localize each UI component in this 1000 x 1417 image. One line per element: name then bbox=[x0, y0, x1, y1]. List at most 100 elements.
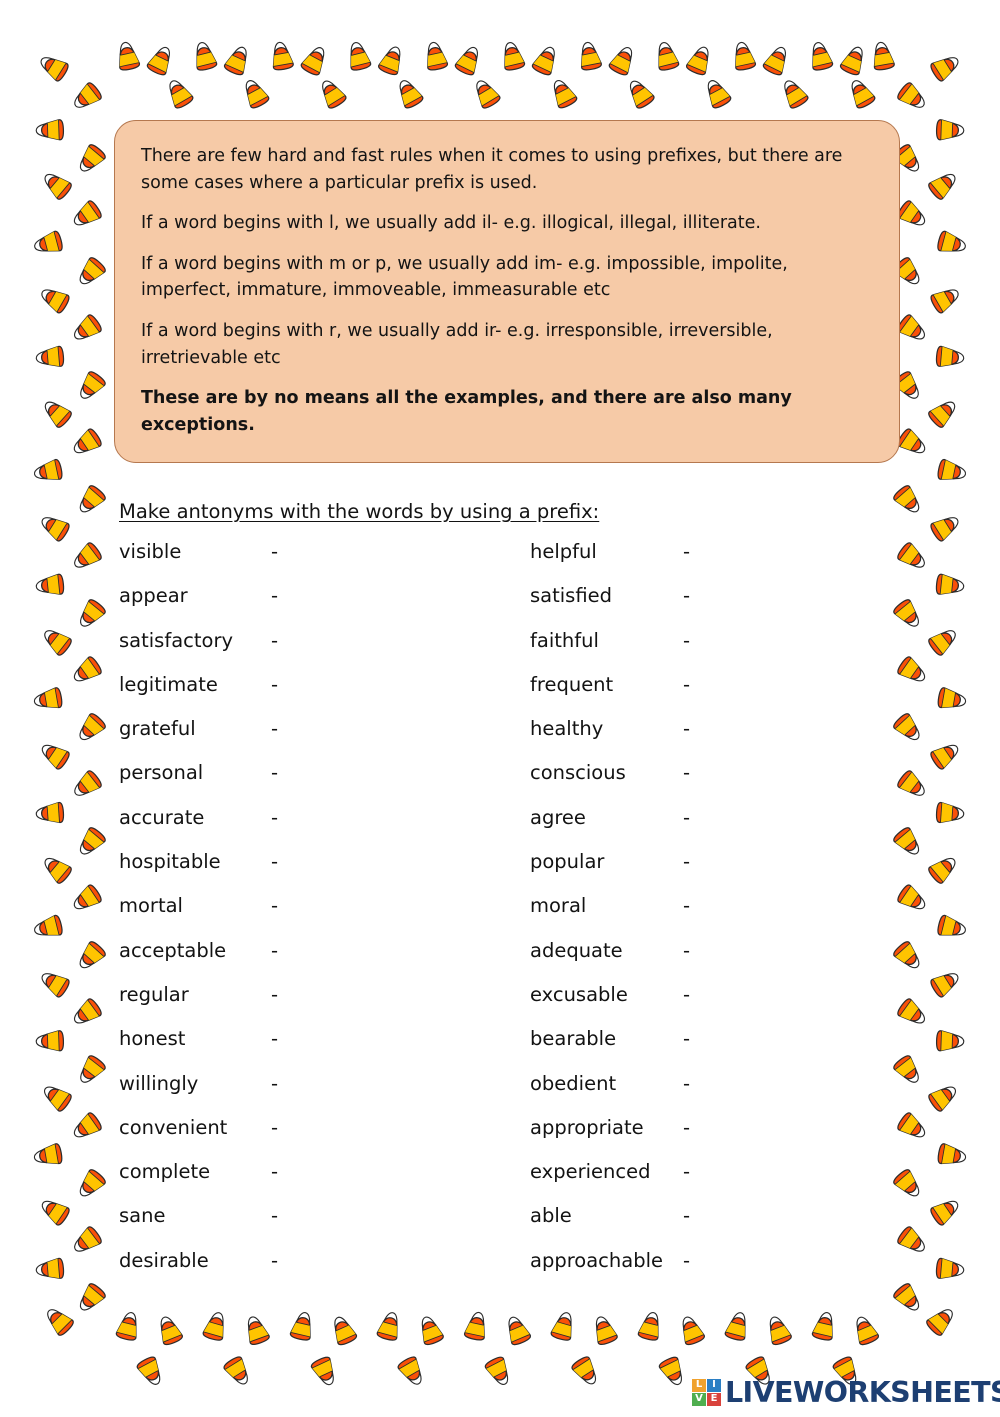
word-label: regular bbox=[119, 982, 189, 1006]
answer-dash: - bbox=[683, 672, 691, 696]
answer-dash: - bbox=[271, 628, 279, 652]
word-pair-left: sane - bbox=[119, 1204, 530, 1227]
word-label: appear bbox=[119, 584, 188, 608]
word-label: accurate bbox=[119, 805, 205, 829]
table-row: honest - bearable - bbox=[119, 1027, 879, 1071]
word-pair-left: desirable - bbox=[119, 1249, 530, 1272]
table-row: acceptable - adequate - bbox=[119, 939, 879, 983]
word-label: satisfied bbox=[530, 584, 612, 608]
info-paragraph-3: If a word begins with m or p, we usually… bbox=[141, 253, 788, 301]
word-pair-right: frequent - bbox=[530, 673, 879, 696]
word-pair-left: visible - bbox=[119, 540, 530, 563]
word-label: satisfactory bbox=[119, 628, 234, 652]
word-label: hospitable bbox=[119, 850, 221, 874]
exercise-instruction: Make antonyms with the words by using a … bbox=[119, 500, 600, 523]
answer-dash: - bbox=[271, 1160, 279, 1184]
word-label: willingly bbox=[119, 1071, 199, 1095]
answer-dash: - bbox=[271, 938, 279, 962]
table-row: sane - able - bbox=[119, 1204, 879, 1248]
answer-dash: - bbox=[271, 1204, 279, 1228]
word-pair-right: bearable - bbox=[530, 1027, 879, 1050]
word-pair-left: honest - bbox=[119, 1027, 530, 1050]
answer-dash: - bbox=[271, 584, 279, 608]
answer-dash: - bbox=[271, 540, 279, 563]
answer-dash: - bbox=[683, 938, 691, 962]
word-pair-right: able - bbox=[530, 1204, 879, 1227]
word-label: moral bbox=[530, 894, 587, 918]
word-pair-left: convenient - bbox=[119, 1116, 530, 1139]
info-paragraph-5-bold: These are by no means all the examples, … bbox=[141, 388, 792, 435]
table-row: willingly - obedient - bbox=[119, 1072, 879, 1116]
table-row: visible - helpful - bbox=[119, 540, 879, 584]
word-label: excusable bbox=[530, 982, 628, 1006]
logo-square-l: L bbox=[692, 1378, 706, 1392]
word-pair-left: accurate - bbox=[119, 806, 530, 829]
word-pair-right: excusable - bbox=[530, 983, 879, 1006]
word-pair-left: acceptable - bbox=[119, 939, 530, 962]
word-label: desirable bbox=[119, 1248, 209, 1272]
logo-square-v: V bbox=[692, 1392, 706, 1406]
table-row: legitimate - frequent - bbox=[119, 673, 879, 717]
word-label: appropriate bbox=[530, 1115, 644, 1139]
answer-dash: - bbox=[683, 717, 691, 741]
liveworksheets-logo[interactable]: L I V E LIVEWORKSHEETS bbox=[692, 1375, 1000, 1409]
answer-dash: - bbox=[683, 540, 691, 563]
word-pair-left: satisfactory - bbox=[119, 629, 530, 652]
answer-dash: - bbox=[271, 761, 279, 785]
word-label: visible bbox=[119, 540, 182, 563]
word-label: convenient bbox=[119, 1115, 228, 1139]
word-label: experienced bbox=[530, 1160, 651, 1184]
word-label: helpful bbox=[530, 540, 597, 563]
answer-dash: - bbox=[683, 1071, 691, 1095]
answer-dash: - bbox=[683, 894, 691, 918]
answer-dash: - bbox=[683, 805, 691, 829]
word-label: grateful bbox=[119, 717, 196, 741]
word-pair-right: satisfied - bbox=[530, 584, 879, 607]
table-row: hospitable - popular - bbox=[119, 850, 879, 894]
answer-dash: - bbox=[271, 1248, 279, 1272]
answer-dash: - bbox=[683, 1115, 691, 1139]
word-label: obedient bbox=[530, 1071, 617, 1095]
word-label: healthy bbox=[530, 717, 604, 741]
word-pair-left: personal - bbox=[119, 761, 530, 784]
word-label: agree bbox=[530, 805, 586, 829]
info-paragraph-1: There are few hard and fast rules when i… bbox=[141, 146, 843, 193]
word-pair-right: obedient - bbox=[530, 1072, 879, 1095]
word-label: acceptable bbox=[119, 938, 227, 962]
word-label: popular bbox=[530, 850, 605, 874]
liveworksheets-wordmark: LIVEWORKSHEETS bbox=[725, 1375, 1000, 1409]
word-pair-left: willingly - bbox=[119, 1072, 530, 1095]
word-label: able bbox=[530, 1204, 572, 1228]
word-pair-left: legitimate - bbox=[119, 673, 530, 696]
table-row: desirable - approachable - bbox=[119, 1249, 879, 1293]
answer-dash: - bbox=[271, 1115, 279, 1139]
answer-dash: - bbox=[683, 850, 691, 874]
answer-dash: - bbox=[271, 894, 279, 918]
answer-dash: - bbox=[683, 982, 691, 1006]
answer-dash: - bbox=[271, 850, 279, 874]
answer-dash: - bbox=[683, 1248, 691, 1272]
answer-dash: - bbox=[271, 1027, 279, 1051]
table-row: accurate - agree - bbox=[119, 806, 879, 850]
answer-dash: - bbox=[683, 1027, 691, 1051]
word-label: legitimate bbox=[119, 672, 218, 696]
word-label: personal bbox=[119, 761, 204, 785]
word-label: sane bbox=[119, 1204, 166, 1228]
word-label: frequent bbox=[530, 672, 614, 696]
logo-square-i: I bbox=[707, 1378, 721, 1392]
word-pair-right: approachable - bbox=[530, 1249, 879, 1272]
word-pair-right: agree - bbox=[530, 806, 879, 829]
word-label: faithful bbox=[530, 628, 599, 652]
word-label: honest bbox=[119, 1027, 186, 1051]
answer-dash: - bbox=[271, 805, 279, 829]
word-pair-left: appear - bbox=[119, 584, 530, 607]
worksheet-page: There are few hard and fast rules when i… bbox=[0, 0, 1000, 1413]
answer-dash: - bbox=[683, 1160, 691, 1184]
liveworksheets-mark-icon: L I V E bbox=[692, 1378, 721, 1406]
word-pair-right: healthy - bbox=[530, 717, 879, 740]
answer-dash: - bbox=[271, 672, 279, 696]
word-pair-right: experienced - bbox=[530, 1160, 879, 1183]
info-paragraph-2: If a word begins with l, we usually add … bbox=[141, 213, 761, 234]
word-pair-right: conscious - bbox=[530, 761, 879, 784]
answer-dash: - bbox=[271, 717, 279, 741]
